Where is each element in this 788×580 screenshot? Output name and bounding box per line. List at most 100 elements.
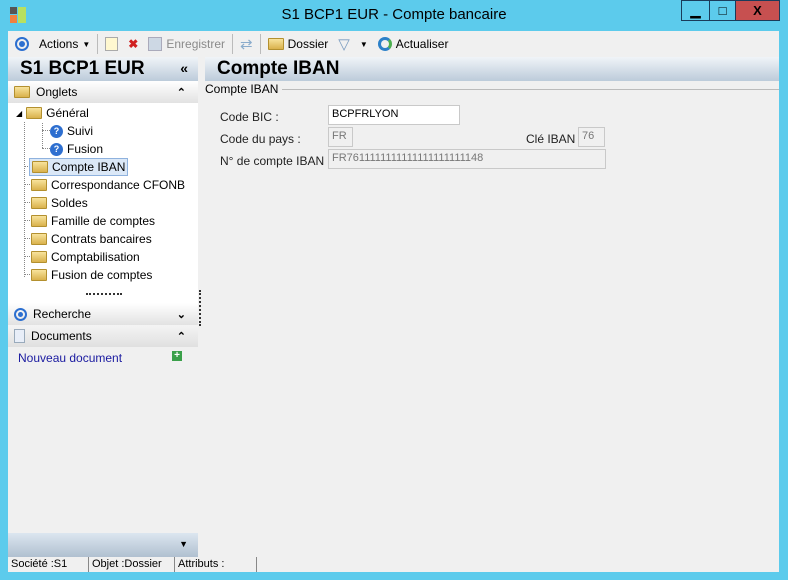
status-empty (257, 557, 779, 572)
bic-label: Code BIC : (220, 110, 279, 124)
tree-item-label: Suivi (67, 124, 94, 138)
bic-input[interactable]: BCPFRLYON (328, 105, 460, 125)
folder-icon (14, 86, 30, 98)
tree-item-label: Général (46, 106, 89, 120)
tree-item-label: Correspondance CFONB (51, 178, 186, 192)
tree-item-label: Compte IBAN (52, 160, 126, 174)
tree-item-label: Famille de comptes (51, 214, 156, 228)
tree-item-suivi[interactable]: ? Suivi (50, 122, 93, 140)
section-onglets[interactable]: Onglets ⌃ (8, 81, 198, 103)
new-button[interactable] (100, 37, 123, 51)
separator (97, 34, 99, 54)
record-title: S1 BCP1 EUR (20, 58, 145, 79)
tree-item-fusion[interactable]: ? Fusion (50, 140, 103, 158)
status-bar: Société :S1 Objet :Dossier Attributs : (8, 557, 779, 572)
target-icon (15, 37, 29, 51)
actions-label: Actions (39, 37, 79, 51)
tabs-tree: ◢ Général ? Suivi ? Fusion Compte IBAN Corr… (8, 103, 198, 303)
tree-item-contrats-bancaires[interactable]: Contrats bancaires (31, 230, 152, 248)
section-documents[interactable]: Documents ⌃ (8, 325, 198, 347)
delete-icon: ✖ (128, 37, 139, 51)
country-label: Code du pays : (220, 132, 301, 146)
tree-item-label: Fusion (67, 142, 104, 156)
section-label: Recherche (33, 307, 92, 321)
main-header: Compte IBAN (205, 57, 779, 81)
iban-input[interactable]: FR7611111111111111111111148 (328, 149, 606, 169)
close-button[interactable]: X (735, 0, 780, 21)
section-recherche[interactable]: Recherche ⌄ (8, 303, 198, 325)
sync-icon: ⇄ (240, 36, 253, 53)
status-attributs: Attributs : (175, 557, 257, 572)
target-button[interactable] (10, 37, 34, 51)
tree-item-correspondance-cfonb[interactable]: Correspondance CFONB (31, 176, 185, 194)
status-objet: Objet :Dossier (89, 557, 175, 572)
refresh-icon (377, 37, 392, 51)
tree-item-label: Soldes (51, 196, 88, 210)
dropdown-arrow-icon[interactable]: ▼ (179, 539, 188, 549)
target-icon (14, 307, 27, 321)
folder-button[interactable]: Dossier (263, 37, 334, 51)
tree-item-compte-iban[interactable]: Compte IBAN (29, 158, 129, 176)
minimize-button[interactable]: ▁ (681, 0, 710, 21)
folder-icon (31, 179, 47, 191)
refresh-button[interactable]: Actualiser (373, 37, 454, 51)
vertical-splitter[interactable] (199, 290, 201, 326)
window-title: S1 BCP1 EUR - Compte bancaire (281, 6, 507, 23)
chevron-down-icon[interactable]: ⌄ (177, 308, 186, 321)
panel-footer: ▼ (8, 533, 198, 557)
chevron-up-icon[interactable]: ⌃ (177, 330, 186, 343)
tree-item-soldes[interactable]: Soldes (31, 194, 88, 212)
actions-menu[interactable]: Actions ▼ (34, 37, 95, 51)
client-area: S1 BCP1 EUR « Onglets ⌃ ◢ Général ? Suivi ? F… (8, 57, 779, 557)
country-input[interactable]: FR (328, 127, 353, 147)
chevron-up-icon[interactable]: ⌃ (177, 86, 186, 99)
iban-label: N° de compte IBAN : (220, 154, 331, 168)
folder-icon (26, 107, 43, 119)
new-document-link[interactable]: Nouveau document (18, 351, 122, 365)
folder-icon (31, 269, 47, 281)
status-societe: Société :S1 (8, 557, 89, 572)
separator (259, 34, 261, 54)
help-icon: ? (50, 142, 63, 156)
iban-key-input[interactable]: 76 (578, 127, 605, 147)
collapse-panel-icon[interactable]: « (180, 60, 188, 76)
section-label: Documents (31, 329, 92, 343)
tree-item-fusion-de-comptes[interactable]: Fusion de comptes (31, 266, 152, 284)
folder-icon (31, 197, 47, 209)
tree-item-label: Comptabilisation (51, 250, 140, 264)
separator (232, 34, 234, 54)
maximize-button[interactable]: □ (709, 0, 736, 21)
add-icon[interactable]: + (172, 351, 182, 361)
folder-icon (31, 233, 47, 245)
left-panel-header: S1 BCP1 EUR « (8, 57, 198, 81)
filter-icon: ▽ (338, 36, 350, 53)
delete-button[interactable]: ✖ (123, 37, 143, 51)
dropdown-arrow-icon: ▼ (359, 39, 368, 49)
save-label: Enregistrer (166, 37, 226, 51)
tree-item-general[interactable]: ◢ Général (16, 104, 89, 122)
folder-label: Dossier (287, 37, 329, 51)
iban-key-label: Clé IBAN : (526, 132, 583, 146)
tree-item-comptabilisation[interactable]: Comptabilisation (31, 248, 140, 266)
filter-button[interactable]: ▽ ▼ (333, 35, 372, 53)
toolbar: Actions ▼ ✖ Enregistrer ⇄ Dossier ▽ ▼ Actu… (8, 31, 779, 57)
refresh-label: Actualiser (395, 37, 449, 51)
document-icon (14, 329, 25, 343)
page-title: Compte IBAN (217, 58, 340, 79)
help-icon: ? (50, 124, 63, 138)
tree-item-label: Fusion de comptes (51, 268, 153, 282)
folder-icon (31, 215, 47, 227)
main-panel: Compte IBAN Compte IBAN Code BIC : BCPFR… (205, 57, 779, 557)
save-button[interactable]: Enregistrer (143, 37, 230, 51)
dropdown-arrow-icon: ▼ (82, 39, 91, 49)
new-document-icon (105, 37, 119, 51)
folder-icon (31, 251, 47, 263)
tree-item-label: Contrats bancaires (51, 232, 152, 246)
sync-button[interactable]: ⇄ (235, 35, 258, 53)
save-icon (148, 37, 163, 51)
expand-arrow-icon: ◢ (16, 108, 23, 118)
tree-item-famille-de-comptes[interactable]: Famille de comptes (31, 212, 155, 230)
splitter-handle[interactable] (86, 293, 122, 295)
left-panel: S1 BCP1 EUR « Onglets ⌃ ◢ Général ? Suivi ? F… (8, 57, 198, 557)
folder-icon (267, 38, 284, 50)
